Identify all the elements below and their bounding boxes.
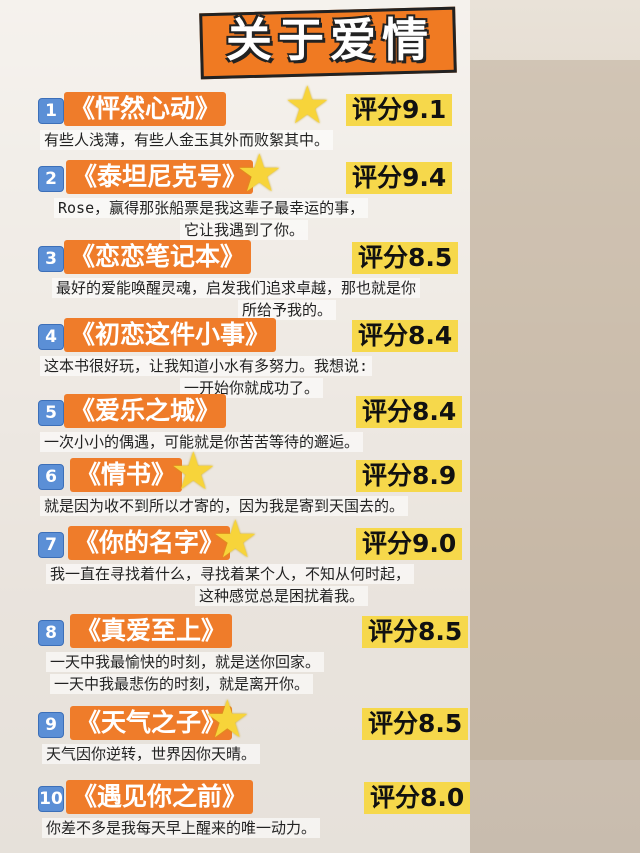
movie-title: 《泰坦尼克号》 [66,160,254,194]
quote-line: 它让我遇到了你。 [180,220,309,240]
score-label: 评分8.5 [352,242,459,274]
score-label: 评分8.5 [362,708,469,740]
quote-line: 最好的爱能唤醒灵魂，启发我们追求卓越，那也就是你 [52,278,421,298]
score-label: 评分9.1 [346,94,453,126]
star-icon: ★ [284,76,331,136]
rank-badge: 4 [38,324,64,350]
star-icon: ★ [204,690,251,750]
rank-badge: 9 [38,712,64,738]
rank-badge: 7 [38,532,64,558]
quote-line: 这种感觉总是困扰着我。 [195,586,369,606]
quote-line: 我一直在寻找着什么，寻找着某个人，不知从何时起， [46,564,415,584]
star-icon: ★ [170,442,217,502]
rank-badge: 8 [38,620,64,646]
rank-badge: 5 [38,400,64,426]
rank-badge: 3 [38,246,64,272]
movie-title: 《怦然心动》 [64,92,227,126]
score-label: 评分9.4 [346,162,453,194]
movie-title: 《初恋这件小事》 [64,318,277,352]
score-label: 评分8.0 [364,782,471,814]
quote-line: 这本书很好玩，让我知道小水有多努力。我想说: [40,356,373,376]
rank-badge: 6 [38,464,64,490]
movie-title: 《恋恋笔记本》 [64,240,252,274]
quote-line: 一天中我最悲伤的时刻，就是离开你。 [50,674,314,694]
shelf-decor [470,60,640,760]
quote-line: 你差不多是我每天早上醒来的唯一动力。 [42,818,321,838]
score-label: 评分8.4 [356,396,463,428]
score-label: 评分8.4 [352,320,459,352]
movie-title: 《情书》 [70,458,183,492]
quote-line: 一天中我最愉快的时刻，就是送你回家。 [46,652,325,672]
movie-title: 《遇见你之前》 [66,780,254,814]
quote-line: 有些人浅薄，有些人金玉其外而败絮其中。 [40,130,334,150]
score-label: 评分9.0 [356,528,463,560]
movie-title: 《真爱至上》 [70,614,233,648]
rank-badge: 2 [38,166,64,192]
rank-badge: 10 [38,786,64,812]
rank-badge: 1 [38,98,64,124]
quote-line: 天气因你逆转，世界因你天晴。 [42,744,261,764]
star-icon: ★ [236,144,283,204]
score-label: 评分8.5 [362,616,469,648]
star-icon: ★ [212,510,259,570]
score-label: 评分8.9 [356,460,463,492]
movie-title: 《你的名字》 [68,526,231,560]
quote-line: 所给予我的。 [238,300,337,320]
movie-title: 《爱乐之城》 [64,394,227,428]
page-title: 关于爱情 [226,13,434,67]
quote-line: Rose，赢得那张船票是我这辈子最幸运的事， [54,198,369,218]
